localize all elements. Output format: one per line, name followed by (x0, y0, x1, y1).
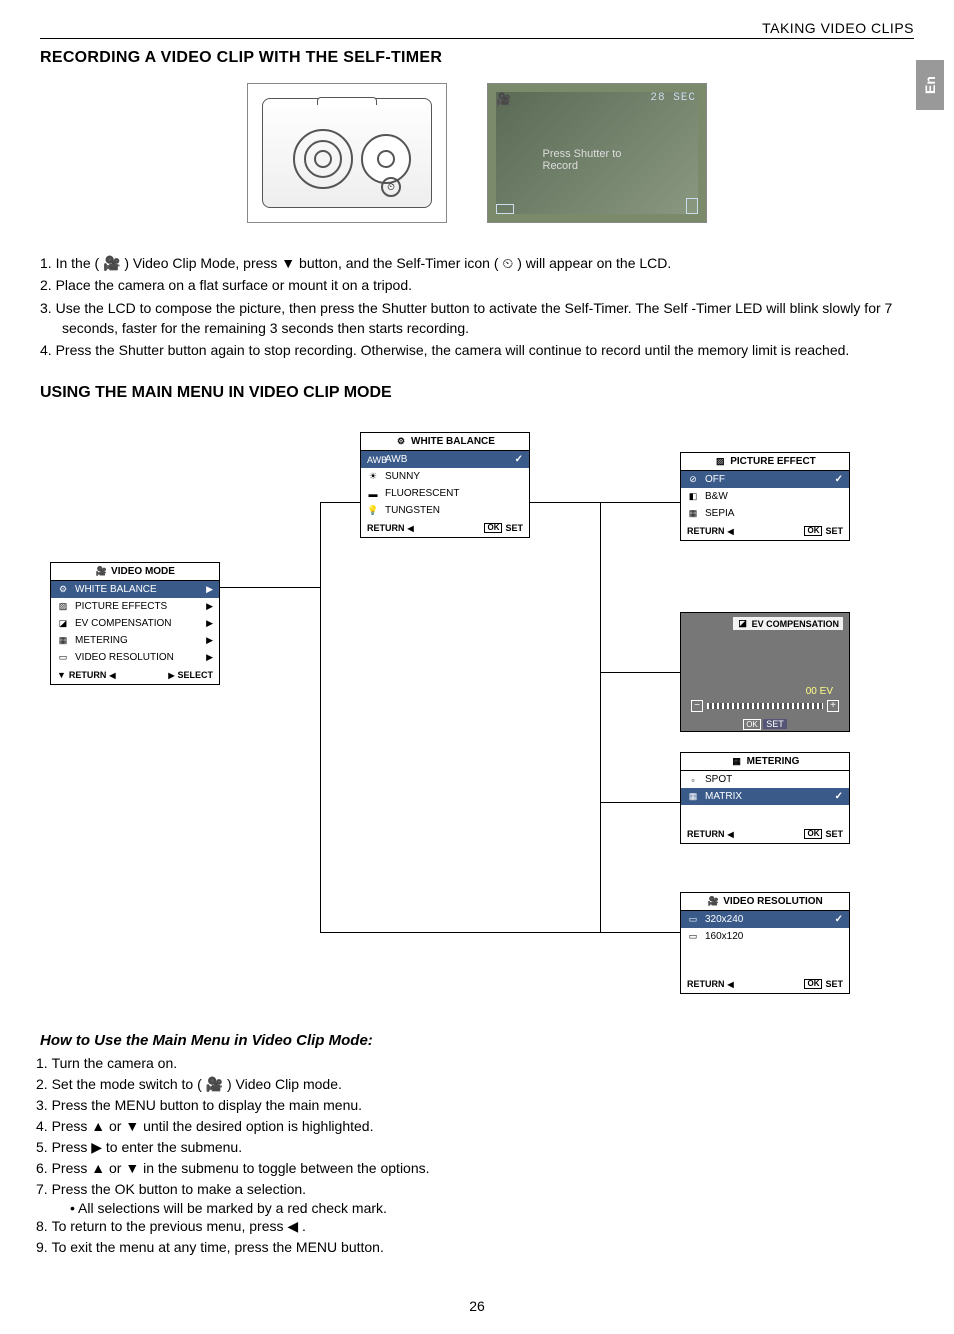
howto-bullet: • All selections will be marked by a red… (70, 1200, 914, 1216)
lcd-hint-text: Press Shutter to Record (543, 148, 652, 172)
met-item-matrix: ▦MATRIX✓ (681, 788, 849, 805)
pe-item-off: ⊘OFF✓ (681, 471, 849, 488)
video-mode-icon: 🎥 (496, 92, 511, 106)
vr-item-160: ▭160x120 (681, 928, 849, 945)
page-number: 26 (40, 1298, 914, 1314)
met-item-spot: ▫SPOT (681, 771, 849, 788)
camera-diagram: ⏲ (247, 83, 447, 223)
menu-item-picture-effects: ▨PICTURE EFFECTS▶ (51, 598, 219, 615)
illustration-row: ⏲ 🎥 28 SEC Press Shutter to Record (40, 83, 914, 223)
howto-step-8: To return to the previous menu, press ◀ … (40, 1216, 914, 1237)
wb-item-tungsten: 💡TUNGSTEN (361, 502, 529, 519)
lcd-preview: 🎥 28 SEC Press Shutter to Record (487, 83, 707, 223)
pe-item-bw: ◧B&W (681, 488, 849, 505)
howto-step-4: Press ▲ or ▼ until the desired option is… (40, 1116, 914, 1137)
menu-item-white-balance: ⚙WHITE BALANCE▶ (51, 581, 219, 598)
battery-icon (496, 204, 514, 214)
wb-item-awb: AWBAWB✓ (361, 451, 529, 468)
howto-step-2: Set the mode switch to ( 🎥 ) Video Clip … (40, 1074, 914, 1095)
step-3: Use the LCD to compose the picture, then… (44, 298, 914, 339)
sd-card-icon (686, 198, 698, 214)
menu-white-balance: ⚙WHITE BALANCE AWBAWB✓ ☀SUNNY ▬FLUORESCE… (360, 432, 530, 538)
section1-steps: In the ( 🎥 ) Video Clip Mode, press ▼ bu… (44, 253, 914, 360)
menu-ev-compensation: ◪EV COMPENSATION 00 EV −+ OK OK SETSET (680, 612, 850, 732)
step-4: Press the Shutter button again to stop r… (44, 340, 914, 360)
menu-title-label: VIDEO MODE (111, 566, 175, 577)
step-2: Place the camera on a flat surface or mo… (44, 275, 914, 295)
section1-title: RECORDING A VIDEO CLIP WITH THE SELF-TIM… (40, 49, 914, 67)
wb-item-sunny: ☀SUNNY (361, 468, 529, 485)
howto-step-7: Press the OK button to make a selection. (40, 1179, 914, 1200)
menu-item-ev-compensation: ◪EV COMPENSATION▶ (51, 615, 219, 632)
howto-step-1: Turn the camera on. (40, 1053, 914, 1074)
ev-value: 00 EV (806, 686, 833, 697)
lcd-timer-text: 28 SEC (650, 92, 696, 104)
menu-diagram-area: 🎥VIDEO MODE ⚙WHITE BALANCE▶ ▨PICTURE EFF… (40, 432, 914, 1052)
wb-item-fluorescent: ▬FLUORESCENT (361, 485, 529, 502)
menu-video-mode: 🎥VIDEO MODE ⚙WHITE BALANCE▶ ▨PICTURE EFF… (50, 562, 220, 685)
vr-item-320: ▭320x240✓ (681, 911, 849, 928)
pe-item-sepia: ▦SEPIA (681, 505, 849, 522)
howto-step-5: Press ▶ to enter the submenu. (40, 1137, 914, 1158)
menu-picture-effect: ▨PICTURE EFFECT ⊘OFF✓ ◧B&W ▦SEPIA RETURN… (680, 452, 850, 541)
step-1: In the ( 🎥 ) Video Clip Mode, press ▼ bu… (44, 253, 914, 273)
menu-item-metering: ▦METERING▶ (51, 632, 219, 649)
menu-item-video-resolution: ▭VIDEO RESOLUTION▶ (51, 649, 219, 666)
howto-step-9: To exit the menu at any time, press the … (40, 1237, 914, 1258)
section2-title: USING THE MAIN MENU IN VIDEO CLIP MODE (40, 384, 914, 402)
howto-step-6: Press ▲ or ▼ in the submenu to toggle be… (40, 1158, 914, 1179)
howto-step-3: Press the MENU button to display the mai… (40, 1095, 914, 1116)
language-tab: En (916, 60, 944, 110)
header-section-label: TAKING VIDEO CLIPS (40, 20, 914, 38)
howto-section: How to Use the Main Menu in Video Clip M… (40, 1032, 914, 1258)
menu-video-resolution: 🎥VIDEO RESOLUTION ▭320x240✓ ▭160x120 RET… (680, 892, 850, 994)
menu-metering: ▦METERING ▫SPOT ▦MATRIX✓ RETURN ◀OK SET (680, 752, 850, 844)
